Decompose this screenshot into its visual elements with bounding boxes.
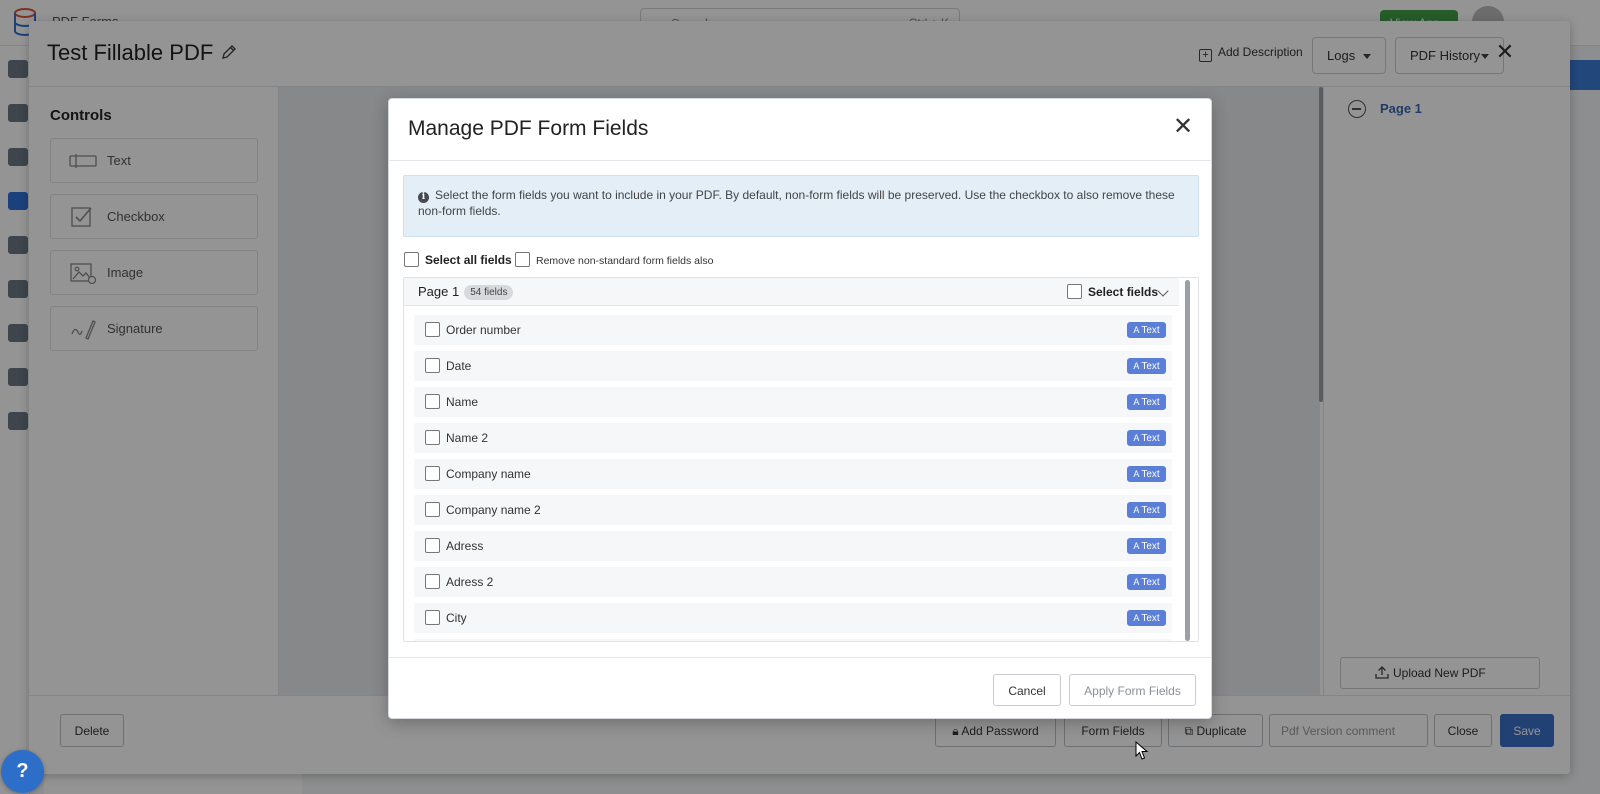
field-row[interactable]: Company name 2 A Text <box>414 495 1172 525</box>
dialog-header: Manage PDF Form Fields ✕ <box>389 99 1211 161</box>
field-checkbox[interactable] <box>425 466 440 481</box>
checkbox[interactable] <box>1067 284 1082 299</box>
info-text: Select the form fields you want to inclu… <box>418 188 1175 218</box>
field-row[interactable]: Adress 2 A Text <box>414 567 1172 597</box>
text-type-icon: A <box>1133 325 1140 335</box>
field-checkbox[interactable] <box>425 538 440 553</box>
text-type-icon: A <box>1133 613 1140 623</box>
info-circle-icon: i <box>418 192 429 203</box>
select-all-fields-checkbox[interactable]: Select all fields <box>404 252 512 267</box>
checkbox[interactable] <box>404 252 419 267</box>
checkbox[interactable] <box>515 252 530 267</box>
select-page-fields-checkbox[interactable]: Select fields <box>1067 284 1158 299</box>
chevron-down-icon[interactable] <box>1157 285 1169 297</box>
dialog-title: Manage PDF Form Fields <box>408 117 649 140</box>
field-type-label: Text <box>1141 325 1160 336</box>
field-type-label: Text <box>1141 577 1160 588</box>
field-type-badge: A Text <box>1127 430 1166 446</box>
text-type-icon: A <box>1133 397 1140 407</box>
field-row[interactable]: City A Text <box>414 603 1172 633</box>
field-type-badge: A Text <box>1127 538 1166 554</box>
field-label: Order number <box>446 323 521 337</box>
field-type-label: Text <box>1141 613 1160 624</box>
field-type-label: Text <box>1141 433 1160 444</box>
manage-form-fields-dialog: Manage PDF Form Fields ✕ i Select the for… <box>388 98 1212 719</box>
text-type-icon: A <box>1133 433 1140 443</box>
close-dialog-icon[interactable]: ✕ <box>1170 112 1196 142</box>
text-type-icon: A <box>1133 577 1140 587</box>
select-all-label: Select all fields <box>425 253 512 267</box>
fields-scrollbar-thumb[interactable] <box>1185 280 1190 641</box>
page-fields-panel: Page 1 54 fields Select fields Order numb… <box>403 277 1199 642</box>
field-row[interactable]: Adress A Text <box>414 531 1172 561</box>
apply-form-fields-button[interactable]: Apply Form Fields <box>1069 674 1196 706</box>
field-type-badge: A Text <box>1127 610 1166 626</box>
field-label: Date <box>446 359 472 373</box>
field-type-badge: A Text <box>1127 574 1166 590</box>
field-label: Name 2 <box>446 431 489 445</box>
text-type-icon: A <box>1133 469 1140 479</box>
field-type-badge: A Text <box>1127 322 1166 338</box>
field-checkbox[interactable] <box>425 574 440 589</box>
text-type-icon: A <box>1133 505 1140 515</box>
field-checkbox[interactable] <box>425 430 440 445</box>
field-label: Name <box>446 395 479 409</box>
field-row[interactable]: Name A Text <box>414 387 1172 417</box>
field-checkbox[interactable] <box>425 502 440 517</box>
field-type-badge: A Text <box>1127 502 1166 518</box>
field-type-badge: A Text <box>1127 394 1166 410</box>
field-checkbox[interactable] <box>425 322 440 337</box>
field-checkbox[interactable] <box>425 610 440 625</box>
field-type-label: Text <box>1141 361 1160 372</box>
field-row[interactable]: Date A Text <box>414 351 1172 381</box>
field-label: Adress 2 <box>446 575 494 589</box>
field-type-badge: A Text <box>1127 358 1166 374</box>
field-label: Adress <box>446 539 484 553</box>
text-type-icon: A <box>1133 541 1140 551</box>
remove-nonstandard-checkbox[interactable]: Remove non-standard form fields also <box>515 252 713 267</box>
dialog-footer: Cancel Apply Form Fields <box>389 657 1211 718</box>
field-type-label: Text <box>1141 469 1160 480</box>
field-checkbox[interactable] <box>425 394 440 409</box>
field-type-label: Text <box>1141 541 1160 552</box>
field-type-badge: A Text <box>1127 466 1166 482</box>
info-alert: i Select the form fields you want to incl… <box>403 175 1199 237</box>
field-label: City <box>446 611 467 625</box>
mouse-cursor-icon <box>1135 741 1149 760</box>
field-type-label: Text <box>1141 505 1160 516</box>
text-type-icon: A <box>1133 361 1140 371</box>
field-label: Company name <box>446 467 531 481</box>
field-label: Company name 2 <box>446 503 541 517</box>
field-row[interactable] <box>414 639 1172 641</box>
field-count-badge: 54 fields <box>464 285 514 300</box>
remove-nonstandard-label: Remove non-standard form fields also <box>536 255 714 267</box>
field-type-label: Text <box>1141 397 1160 408</box>
field-row[interactable]: Name 2 A Text <box>414 423 1172 453</box>
select-fields-label: Select fields <box>1088 285 1159 299</box>
field-row[interactable]: Company name A Text <box>414 459 1172 489</box>
panel-page-title: Page 1 54 fields <box>418 284 514 300</box>
field-row[interactable]: Order number A Text <box>414 315 1172 345</box>
field-checkbox[interactable] <box>425 358 440 373</box>
panel-header[interactable]: Page 1 54 fields Select fields <box>404 278 1179 306</box>
cancel-button[interactable]: Cancel <box>993 674 1061 706</box>
help-button[interactable]: ? <box>1 750 44 793</box>
page-label: Page 1 <box>418 284 460 299</box>
